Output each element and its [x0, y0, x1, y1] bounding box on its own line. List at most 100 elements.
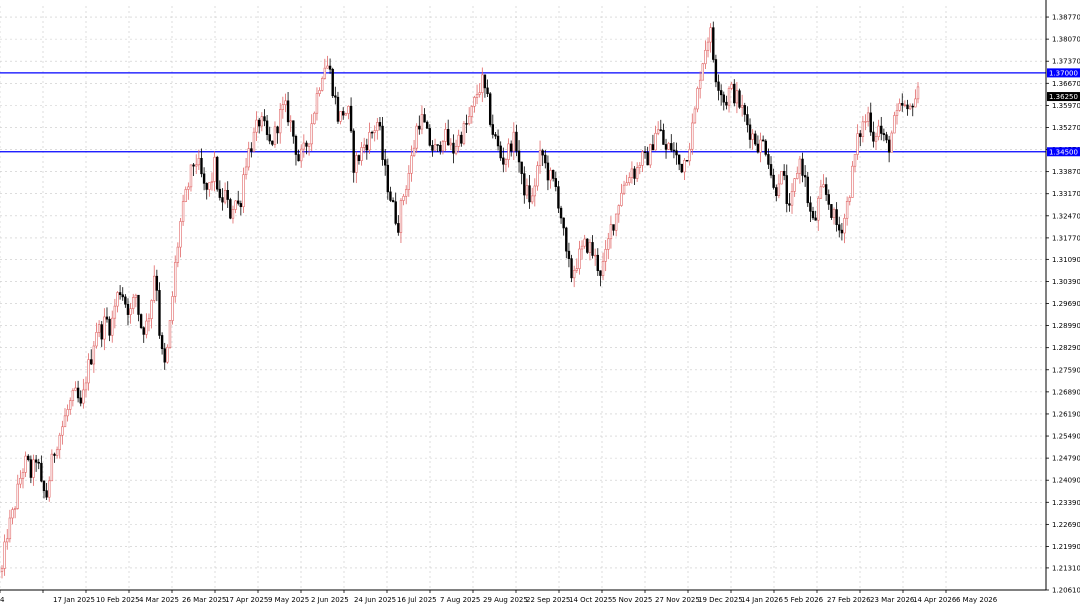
candle-body [533, 185, 537, 197]
candle-body [410, 155, 413, 174]
candle-body [908, 105, 912, 110]
x-tick-label: 6 May 2026 [956, 596, 998, 604]
candle-body [404, 189, 408, 197]
candle-body [630, 168, 634, 178]
candle-body [704, 49, 707, 65]
x-tick-label: 27 Feb 2026 [827, 596, 871, 604]
candle-body [363, 144, 366, 148]
candle-body [166, 346, 169, 363]
candle-body [268, 134, 271, 142]
x-tick-label: 14 Oct 2025 [569, 596, 612, 604]
candle-body [334, 95, 337, 98]
candle-body [252, 131, 256, 152]
candle-body [562, 217, 565, 229]
x-tick-label: 17 Apr 2025 [225, 596, 268, 604]
x-tick-label: 5 Nov 2025 [612, 596, 652, 604]
candle-body [313, 112, 316, 125]
candle-body [874, 136, 878, 142]
y-tick-label: 1.21310 [1052, 564, 1080, 572]
candle-body [714, 59, 718, 83]
candle-body [719, 90, 723, 96]
candle-body [622, 184, 626, 194]
candle-body [654, 132, 657, 151]
candle-body [536, 165, 539, 187]
candle-body [323, 67, 327, 79]
candle-body [880, 125, 883, 134]
candle-body [460, 134, 463, 144]
y-tick-label: 1.33870 [1052, 168, 1080, 176]
candle-body [34, 459, 38, 463]
candle-body [861, 121, 865, 137]
candle-body [475, 94, 479, 98]
candle-body [315, 93, 319, 114]
candle-body [402, 195, 405, 201]
candle-body [504, 159, 508, 165]
candle-body [593, 254, 597, 257]
candle-body [11, 509, 14, 519]
candle-body [237, 200, 240, 204]
candle-body [528, 185, 531, 203]
candle-body [378, 122, 382, 127]
candle-body [187, 186, 190, 190]
candle-body [174, 262, 177, 297]
candle-body [845, 201, 849, 219]
candle-body [42, 480, 46, 492]
candle-body [596, 254, 599, 271]
candle-body [890, 132, 893, 153]
candle-body [286, 100, 290, 123]
candle-body [659, 129, 662, 131]
candle-body [761, 139, 765, 142]
candle-body [307, 143, 311, 147]
candle-body [339, 111, 342, 122]
candle-body [37, 461, 40, 464]
candle-body [509, 143, 513, 152]
candle-body [743, 105, 746, 115]
price-chart[interactable]: 1.38770 1.38070 1.37370 1.36670 1.35970 1.352… [0, 0, 1080, 608]
candle-body [688, 148, 691, 162]
y-tick-label: 1.31770 [1052, 234, 1080, 242]
x-tick-label: 5 Feb 2026 [784, 596, 824, 604]
chart-svg[interactable]: 1.38770 1.38070 1.37370 1.36670 1.35970 1.352… [0, 0, 1080, 608]
candle-body [418, 125, 421, 130]
candle-body [769, 164, 773, 176]
y-tick-label: 1.35270 [1052, 124, 1080, 132]
candle-body [911, 105, 914, 108]
candle-body [667, 143, 670, 150]
candle-body [244, 166, 248, 175]
candle-body [567, 250, 571, 259]
candle-body [685, 159, 689, 162]
y-tick-label: 1.24090 [1052, 477, 1080, 485]
candle-body [181, 201, 185, 222]
candle-body [321, 78, 324, 91]
candle-body [158, 290, 161, 336]
candle-body [446, 129, 450, 146]
candle-body [628, 177, 631, 184]
candle-body [617, 205, 620, 215]
x-tick-label: 29 Aug 2025 [483, 596, 528, 604]
candle-body [436, 144, 439, 146]
candle-body [725, 101, 728, 106]
candle-body [205, 183, 208, 190]
candle-body [352, 130, 355, 173]
candle-body [515, 131, 518, 152]
y-tick-label: 1.30390 [1052, 278, 1080, 286]
candle-body [780, 171, 783, 185]
y-tick-label: 1.22690 [1052, 521, 1080, 529]
candle-body [635, 167, 639, 179]
candle-body [24, 455, 27, 473]
candle-body [108, 318, 111, 336]
candle-body [819, 186, 823, 199]
x-tick-label: 4 [0, 596, 5, 604]
candle-body [473, 97, 476, 107]
candle-body [798, 158, 802, 174]
candle-body [898, 103, 901, 111]
x-tick-label: 23 Mar 2026 [870, 596, 915, 604]
candle-body [389, 191, 392, 201]
candle-body [557, 186, 560, 209]
candle-body [76, 387, 80, 399]
x-tick-label: 2 Jun 2025 [311, 596, 349, 604]
candle-body [565, 227, 568, 252]
candle-body [756, 143, 760, 153]
candle-body [520, 161, 523, 174]
candle-body [0, 568, 4, 572]
